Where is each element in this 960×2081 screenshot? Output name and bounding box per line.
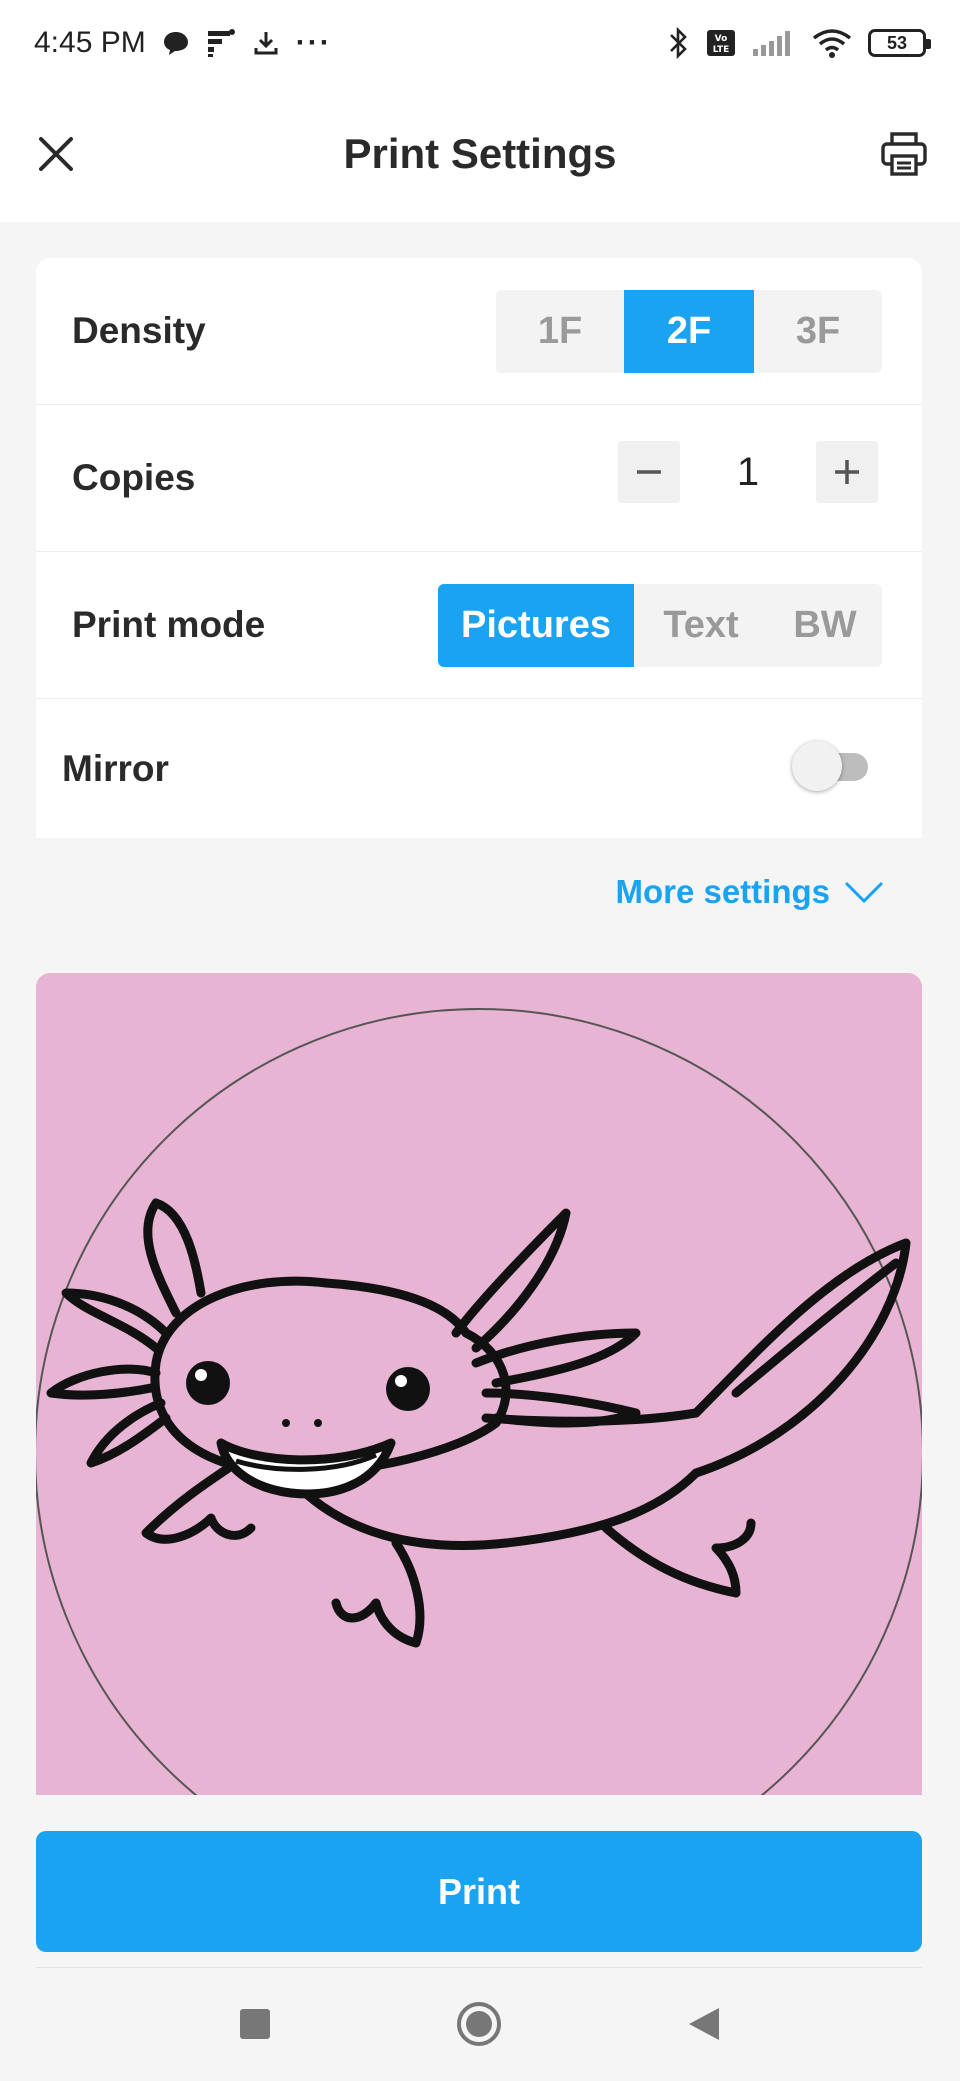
density-option-1f[interactable]: 1F: [496, 290, 624, 373]
print-mode-option-text[interactable]: Text: [634, 584, 768, 667]
increment-button[interactable]: [816, 441, 878, 503]
plus-icon: [835, 460, 859, 484]
printer-icon: [881, 132, 927, 176]
home-button[interactable]: [453, 1998, 505, 2050]
back-button[interactable]: [678, 1998, 730, 2050]
battery-icon: 53: [868, 29, 931, 57]
print-mode-selector: Pictures Text BW: [438, 584, 882, 667]
square-icon: [240, 2009, 270, 2039]
chat-bubble-icon: [162, 30, 190, 56]
status-bar: 4:45 PM ··· Vo LTE 53: [0, 0, 960, 86]
decrement-button[interactable]: [618, 441, 680, 503]
bluetooth-icon: [668, 26, 690, 60]
download-icon: [252, 29, 280, 57]
signal-icon: [752, 29, 796, 57]
mirror-label: Mirror: [62, 747, 169, 789]
more-settings-link[interactable]: More settings: [615, 873, 884, 911]
status-right: Vo LTE 53: [668, 26, 931, 60]
svg-text:Vo: Vo: [715, 34, 728, 44]
svg-text:LTE: LTE: [713, 45, 730, 55]
copies-label: Copies: [72, 457, 196, 498]
status-time: 4:45 PM: [34, 26, 146, 59]
chevron-down-icon: [844, 881, 884, 904]
page-title: Print Settings: [343, 130, 617, 177]
mirror-row: Mirror: [36, 699, 922, 838]
density-option-2f[interactable]: 2F: [624, 290, 754, 373]
density-row: Density 1F 2F 3F: [36, 258, 922, 405]
grid-app-icon: [206, 28, 236, 58]
more-notifications: ···: [295, 26, 332, 59]
toggle-knob: [792, 741, 842, 791]
system-nav-bar: [0, 1968, 960, 2081]
print-button[interactable]: Print: [36, 1831, 922, 1952]
battery-level: 53: [886, 32, 908, 53]
copies-row: Copies 1: [36, 405, 922, 552]
axolotl-sticker-image: [36, 1008, 922, 1795]
print-mode-row: Print mode Pictures Text BW: [36, 552, 922, 699]
close-button[interactable]: [28, 126, 84, 182]
print-mode-option-bw[interactable]: BW: [768, 584, 882, 667]
recents-button[interactable]: [229, 1998, 281, 2050]
triangle-back-icon: [689, 2008, 719, 2040]
volte-icon: Vo LTE: [706, 29, 736, 57]
mirror-toggle[interactable]: [792, 741, 870, 793]
header: Print Settings: [0, 86, 960, 222]
print-mode-label: Print mode: [72, 604, 266, 645]
more-settings-label: More settings: [615, 873, 830, 910]
density-option-3f[interactable]: 3F: [754, 290, 882, 373]
settings-card: Density 1F 2F 3F Copies 1 Print mode Pic…: [36, 258, 922, 838]
print-mode-option-pictures[interactable]: Pictures: [438, 584, 634, 667]
wifi-icon: [812, 28, 852, 58]
print-button-label: Print: [437, 1870, 520, 1912]
printer-button[interactable]: [874, 124, 934, 184]
copies-stepper: 1: [618, 441, 878, 503]
copies-value[interactable]: 1: [680, 450, 816, 495]
density-label: Density: [72, 310, 206, 351]
minus-icon: [637, 470, 661, 474]
print-preview: [36, 973, 922, 1795]
density-selector: 1F 2F 3F: [496, 290, 882, 373]
circle-icon: [457, 2002, 501, 2046]
status-left: 4:45 PM ···: [34, 26, 332, 60]
close-icon: [39, 137, 73, 171]
